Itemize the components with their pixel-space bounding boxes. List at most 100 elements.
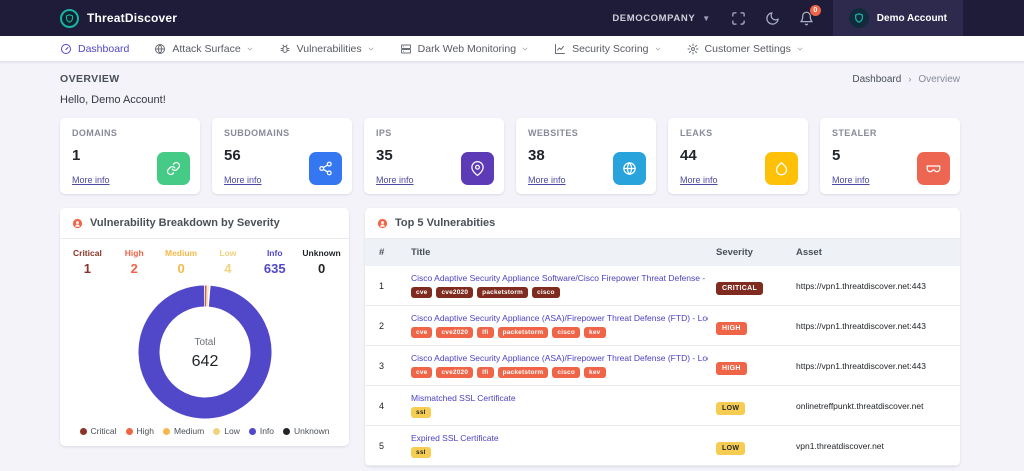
legend-dot-icon [213, 428, 220, 435]
tag-badge: cve2020 [436, 287, 473, 298]
greeting: Hello, Demo Account! [60, 94, 960, 106]
topbar: ThreatDiscover DEMOCOMPANY ▼ 0 Demo Acc [0, 0, 1024, 36]
chevron-down-icon [654, 45, 662, 53]
vuln-table-row: 2 Cisco Adaptive Security Appliance (ASA)… [365, 306, 960, 346]
content: OVERVIEW Dashboard › Overview Hello, Dem… [0, 62, 1024, 466]
severity-stat-label: Medium [158, 248, 205, 258]
vuln-table-row: 3 Cisco Adaptive Security Appliance (ASA)… [365, 346, 960, 386]
more-info-link[interactable]: More info [224, 175, 262, 185]
severity-stats: Critical1High2Medium0Low4Info635Unknown0 [60, 239, 349, 278]
stat-card-label: STEALER [832, 128, 948, 138]
severity-cell: LOW [716, 437, 788, 455]
donut-total-value: 642 [191, 353, 218, 370]
link-icon[interactable] [157, 152, 190, 185]
page-head: OVERVIEW Dashboard › Overview [60, 73, 960, 85]
legend-item-critical[interactable]: Critical [80, 426, 117, 436]
breadcrumb: Dashboard › Overview [852, 74, 960, 85]
row-number: 3 [379, 361, 403, 371]
vuln-title-link[interactable]: Mismatched SSL Certificate [411, 393, 708, 403]
tag-badge: packetstorm [498, 367, 549, 378]
chart-legend: Critical High Medium Low Info Unknown [60, 422, 349, 446]
chevron-down-icon: ▼ [702, 14, 711, 23]
brand[interactable]: ThreatDiscover [60, 9, 177, 28]
legend-item-unknown[interactable]: Unknown [283, 426, 329, 436]
vuln-title-link[interactable]: Expired SSL Certificate [411, 433, 708, 443]
legend-dot-icon [163, 428, 170, 435]
share-icon[interactable] [309, 152, 342, 185]
row-number: 2 [379, 321, 403, 331]
tag-badge: packetstorm [477, 287, 528, 298]
company-selector[interactable]: DEMOCOMPANY ▼ [612, 13, 710, 24]
legend-dot-icon [249, 428, 256, 435]
mask-icon[interactable] [917, 152, 950, 185]
legend-label: High [137, 426, 154, 436]
nav-item-attack-surface[interactable]: Attack Surface [154, 43, 253, 55]
severity-stat-high: High2 [111, 248, 158, 276]
more-info-link[interactable]: More info [680, 175, 718, 185]
severity-stat-value: 1 [64, 261, 111, 276]
tag-badge: kev [584, 327, 605, 338]
more-info-link[interactable]: More info [832, 175, 870, 185]
tag-badge: ssl [411, 407, 431, 418]
vuln-tags: cvecve2020packetstormcisco [411, 287, 708, 298]
severity-breakdown-panel: Vulnerability Breakdown by Severity Crit… [60, 208, 349, 446]
nav-item-customer-settings[interactable]: Customer Settings [687, 43, 804, 55]
fullscreen-icon[interactable] [731, 11, 746, 26]
legend-item-high[interactable]: High [126, 426, 154, 436]
tag-badge: cve [411, 287, 432, 298]
vuln-tags: ssl [411, 447, 708, 458]
more-info-link[interactable]: More info [528, 175, 566, 185]
chart-icon [554, 43, 566, 55]
globe-icon[interactable] [613, 152, 646, 185]
severity-badge: HIGH [716, 362, 747, 375]
notifications-icon[interactable]: 0 [799, 11, 814, 26]
asset-cell: https://vpn1.threatdiscover.net:443 [796, 361, 946, 371]
severity-stat-value: 635 [251, 261, 298, 276]
chevron-down-icon [796, 45, 804, 53]
stat-card-domains: DOMAINS1More info [60, 118, 200, 194]
nav-item-label: Security Scoring [572, 43, 648, 55]
legend-label: Critical [91, 426, 117, 436]
droplet-icon[interactable] [765, 152, 798, 185]
legend-dot-icon [80, 428, 87, 435]
stat-card-label: SUBDOMAINS [224, 128, 340, 138]
nav-item-dashboard[interactable]: Dashboard [60, 43, 129, 55]
severity-stat-label: Critical [64, 248, 111, 258]
nav-item-vulnerabilities[interactable]: Vulnerabilities [279, 43, 375, 55]
account-menu[interactable]: Demo Account [833, 0, 963, 36]
vulnerability-icon [72, 218, 83, 229]
nav-item-dark-web-monitoring[interactable]: Dark Web Monitoring [400, 43, 529, 55]
severity-stat-label: Low [204, 248, 251, 258]
gear-icon [687, 43, 699, 55]
legend-item-low[interactable]: Low [213, 426, 240, 436]
nav-item-security-scoring[interactable]: Security Scoring [554, 43, 661, 55]
more-info-link[interactable]: More info [376, 175, 414, 185]
dark-mode-icon[interactable] [765, 11, 780, 26]
severity-stat-info: Info 635 [251, 248, 298, 276]
severity-stat-label: Info [251, 248, 298, 258]
legend-item-medium[interactable]: Medium [163, 426, 204, 436]
stat-cards: DOMAINS1More infoSUBDOMAINS56More infoIP… [60, 118, 960, 194]
vuln-tags: cvecve2020lfipacketstormciscokev [411, 327, 708, 338]
severity-stat-value: 4 [204, 261, 251, 276]
vuln-title-cell: Cisco Adaptive Security Appliance (ASA)/… [411, 313, 708, 338]
vuln-title-link[interactable]: Cisco Adaptive Security Appliance Softwa… [411, 273, 708, 283]
nav-item-label: Customer Settings [705, 43, 791, 55]
severity-panel-header: Vulnerability Breakdown by Severity [60, 208, 349, 239]
nav-item-label: Vulnerabilities [297, 43, 362, 55]
vuln-tags: ssl [411, 407, 708, 418]
breadcrumb-dashboard[interactable]: Dashboard [852, 74, 901, 85]
top-vulnerabilities-panel: Top 5 Vulnerabities # Title Severity Ass… [365, 208, 960, 466]
stat-card-stealer: STEALER5More info [820, 118, 960, 194]
vuln-table-row: 4Mismatched SSL CertificatesslLOWonlinet… [365, 386, 960, 426]
bug-icon [279, 43, 291, 55]
vuln-title-link[interactable]: Cisco Adaptive Security Appliance (ASA)/… [411, 313, 708, 323]
vuln-title-link[interactable]: Cisco Adaptive Security Appliance (ASA)/… [411, 353, 708, 363]
row-number: 4 [379, 401, 403, 411]
stat-card-leaks: LEAKS44More info [668, 118, 808, 194]
nav-item-label: Dashboard [78, 43, 129, 55]
row-number: 5 [379, 441, 403, 451]
more-info-link[interactable]: More info [72, 175, 110, 185]
legend-item-info[interactable]: Info [249, 426, 274, 436]
pin-icon[interactable] [461, 152, 494, 185]
